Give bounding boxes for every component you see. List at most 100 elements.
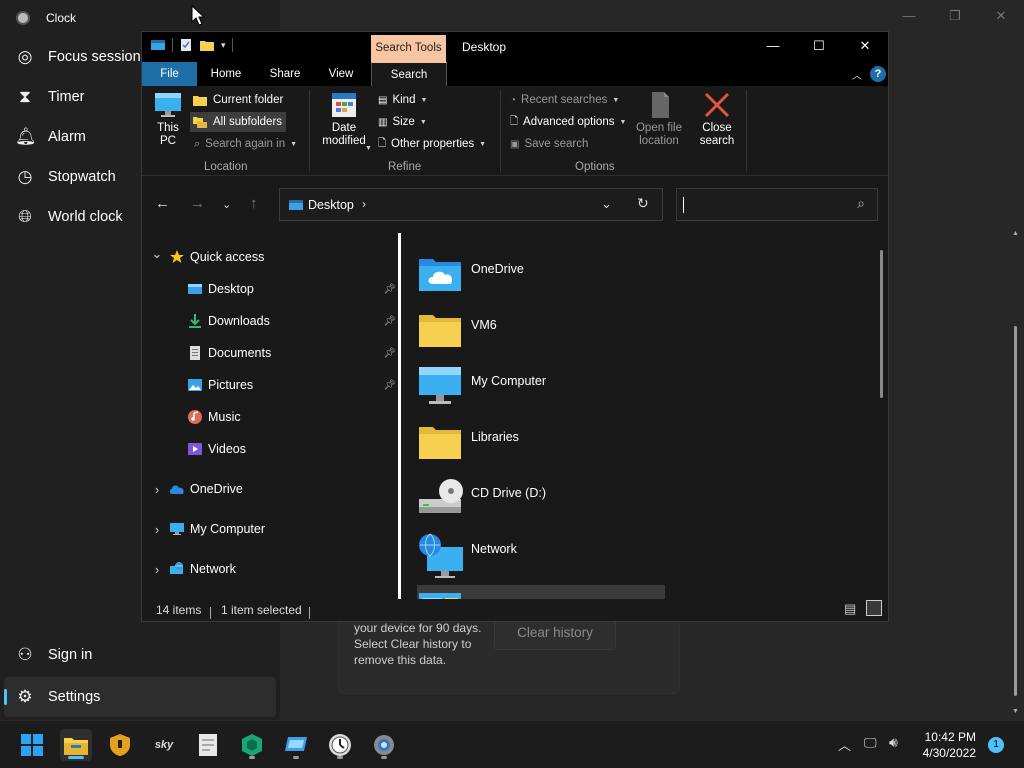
sky-app-icon: sky <box>154 739 174 751</box>
up-arrow-icon[interactable]: ↑ <box>250 195 258 212</box>
nav-tree-item-onedrive[interactable]: › OneDrive <box>142 477 400 501</box>
search-icon[interactable]: ⌕ <box>857 195 865 212</box>
kind-button[interactable]: ▤ Kind ▼ <box>378 90 427 110</box>
size-button[interactable]: ▥ Size ▼ <box>378 112 427 132</box>
scrollbar-thumb[interactable] <box>1014 326 1017 696</box>
content-scrollbar-thumb[interactable] <box>880 250 883 398</box>
collapse-chevron-icon[interactable]: › <box>150 482 164 497</box>
save-search-button[interactable]: ▣ Save search <box>510 134 588 154</box>
address-field[interactable]: Desktop › ⌄ ↻ <box>279 188 663 221</box>
search-again-in-button[interactable]: ⌕ Search again in ▼ <box>194 134 297 154</box>
minimize-button[interactable]: — <box>750 32 796 62</box>
maximize-button[interactable]: ☐ <box>796 32 842 62</box>
file-item-label: OneDrive <box>471 262 524 276</box>
scroll-up-icon[interactable]: ▲ <box>1012 230 1019 237</box>
file-item-onedrive[interactable]: OneDrive <box>417 249 665 305</box>
details-view-icon[interactable]: ▤ <box>844 601 856 617</box>
size-icon: ▥ <box>378 116 388 128</box>
breadcrumb-chevron-icon[interactable]: › <box>362 197 366 211</box>
volume-icon[interactable]: 🔊︎ <box>889 734 898 751</box>
restore-button[interactable]: ❐ <box>932 0 978 32</box>
tab-file[interactable]: File <box>142 62 197 86</box>
nav-settings[interactable]: ⚙ Settings <box>4 677 276 717</box>
pin-icon[interactable]: 📌︎ <box>383 380 396 391</box>
pin-icon[interactable]: 📌︎ <box>383 316 396 327</box>
tab-view[interactable]: View <box>320 62 362 86</box>
close-search-button[interactable]: Close search <box>694 90 740 148</box>
nav-sign-in[interactable]: ⚇ Sign in <box>0 635 280 675</box>
nav-tree-item-my-computer[interactable]: › My Computer <box>142 517 400 541</box>
nav-tree-item-documents[interactable]: Documents 📌︎ <box>142 341 400 365</box>
address-dropdown-icon[interactable]: ⌄ <box>601 196 612 212</box>
file-item-libraries[interactable]: Libraries <box>417 417 665 473</box>
taskbar-security[interactable] <box>104 729 136 761</box>
taskbar-settings-app[interactable] <box>368 729 400 761</box>
taskbar-date[interactable]: 4/30/2022 <box>914 746 976 760</box>
minimize-button[interactable]: — <box>886 0 932 32</box>
refresh-icon[interactable]: ↻ <box>637 195 649 212</box>
recent-searches-button[interactable]: ◔ Recent searches ▼ <box>510 90 619 110</box>
all-subfolders-button[interactable]: All subfolders <box>190 112 287 132</box>
properties-icon[interactable] <box>179 38 193 52</box>
file-item-my-computer[interactable]: My Computer <box>417 361 665 417</box>
current-folder-button[interactable]: Current folder <box>192 90 283 110</box>
nav-tree-item-desktop[interactable]: Desktop 📌︎ <box>142 277 400 301</box>
expand-chevron-icon[interactable]: ⌄ <box>150 246 164 262</box>
notification-badge[interactable]: 1 <box>988 737 1004 753</box>
monitor-icon <box>168 522 186 536</box>
nav-tree-item-downloads[interactable]: Downloads 📌︎ <box>142 309 400 333</box>
nav-tree-item-music[interactable]: Music <box>142 405 400 429</box>
explorer-icon[interactable] <box>150 38 166 52</box>
tab-share[interactable]: Share <box>262 62 308 86</box>
search-tools-context-tab[interactable]: Search Tools <box>371 35 446 62</box>
taskbar-sky-app[interactable]: sky <box>148 729 180 761</box>
qat-customize-icon[interactable]: ▾ <box>221 40 226 51</box>
collapse-chevron-icon[interactable]: › <box>150 562 164 577</box>
close-button[interactable]: ✕ <box>978 0 1024 32</box>
date-modified-button[interactable]: Date modified <box>314 90 374 148</box>
taskbar-green-app[interactable] <box>236 729 268 761</box>
taskbar-file-explorer[interactable] <box>60 729 92 761</box>
new-folder-icon[interactable] <box>199 38 215 52</box>
pin-icon[interactable]: 📌︎ <box>383 284 396 295</box>
file-item-vm6[interactable]: VM6 <box>417 305 665 361</box>
tab-home[interactable]: Home <box>204 62 248 86</box>
close-button[interactable]: ✕ <box>842 32 888 62</box>
start-button[interactable] <box>16 729 48 761</box>
nav-tree-label: My Computer <box>190 522 266 536</box>
collapse-ribbon-icon[interactable]: ︿ <box>852 67 862 82</box>
taskbar-time[interactable]: 10:42 PM <box>920 730 976 744</box>
forward-arrow-icon[interactable]: → <box>190 195 205 212</box>
nav-tree-item-network[interactable]: › Network <box>142 557 400 581</box>
folder-icon <box>417 421 465 469</box>
taskbar-remote-app[interactable] <box>280 729 312 761</box>
help-icon[interactable]: ? <box>870 66 886 82</box>
clock-scrollbar[interactable]: ▲ ▼ <box>1012 230 1020 716</box>
recent-locations-chevron-icon[interactable]: ⌄ <box>222 198 231 211</box>
large-icons-view-icon[interactable] <box>866 600 882 616</box>
taskbar-document-app[interactable] <box>192 729 224 761</box>
other-properties-button[interactable]: 🗋︎ Other properties ▼ <box>378 134 486 154</box>
network-status-icon[interactable]: 🖵︎ <box>864 735 877 751</box>
show-hidden-icons-chevron[interactable]: ︿ <box>838 735 851 754</box>
recent-icon: ◔ <box>510 94 517 106</box>
recent-searches-label: Recent searches <box>521 94 608 106</box>
back-arrow-icon[interactable]: ← <box>155 195 170 212</box>
nav-tree-item-pictures[interactable]: Pictures 📌︎ <box>142 373 400 397</box>
nav-tree-item-quick-access[interactable]: ⌄ Quick access <box>142 245 400 269</box>
tab-search[interactable]: Search <box>371 62 447 86</box>
control-panel-icon <box>417 589 465 599</box>
download-icon <box>186 313 204 329</box>
taskbar-clock-app[interactable] <box>324 729 356 761</box>
scroll-down-icon[interactable]: ▼ <box>1012 708 1019 715</box>
advanced-options-button[interactable]: 🗋︎ Advanced options ▼ <box>510 112 626 132</box>
collapse-chevron-icon[interactable]: › <box>150 522 164 537</box>
file-item-network[interactable]: Network <box>417 529 665 585</box>
search-field[interactable]: ⌕ <box>676 188 878 221</box>
nav-tree-item-videos[interactable]: Videos <box>142 437 400 461</box>
pin-icon[interactable]: 📌︎ <box>383 348 396 359</box>
file-item-control-panel[interactable]: Control Panel <box>417 585 665 599</box>
open-file-location-button[interactable]: Open file location <box>632 90 686 148</box>
file-item-cd-drive-d[interactable]: CD Drive (D:) <box>417 473 665 529</box>
this-pc-button[interactable]: This PC <box>152 90 184 148</box>
